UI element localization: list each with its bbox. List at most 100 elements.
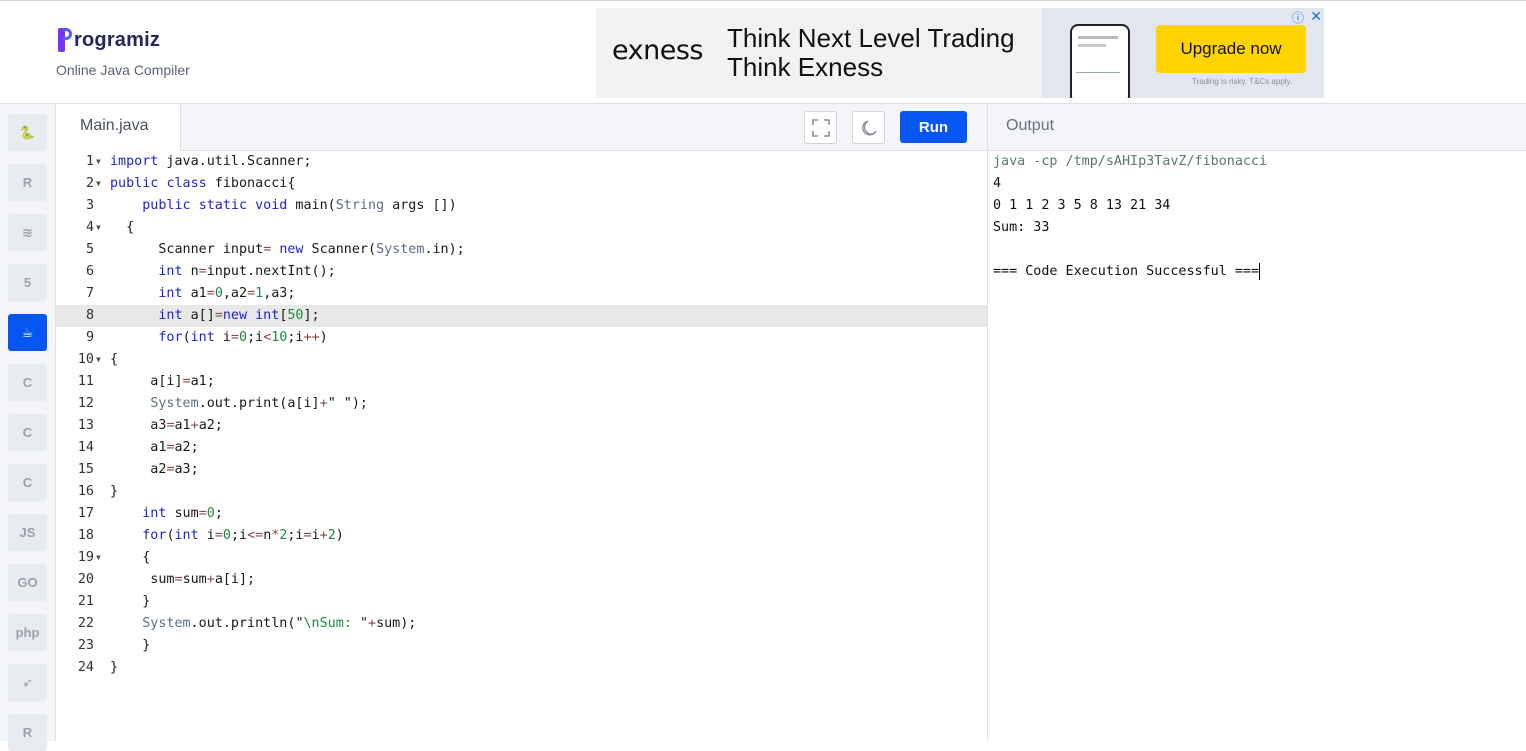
code-line[interactable]: 10 ▼ { <box>56 349 987 371</box>
code-text: } <box>110 594 151 609</box>
code-line[interactable]: 14 a1=a2; <box>56 437 987 459</box>
code-line[interactable]: 17 int sum=0; <box>56 503 987 525</box>
code-text: int a1=0,a2=1,a3; <box>158 286 296 301</box>
fold-arrow-icon[interactable]: ▼ <box>96 173 101 195</box>
code-line[interactable]: 15 a2=a3; <box>56 459 987 481</box>
line-number: 4 <box>85 220 94 235</box>
code-line[interactable]: 16} <box>56 481 987 503</box>
code-text: } <box>110 660 119 675</box>
code-line[interactable]: 12 System.out.print(a[i]+" "); <box>56 393 987 415</box>
go-icon[interactable]: GO <box>8 564 47 601</box>
line-number: 3 <box>85 198 94 213</box>
code-line[interactable]: 5 Scanner input= new Scanner(System.in); <box>56 239 987 261</box>
line-number: 1 <box>85 154 94 169</box>
fold-arrow-icon[interactable]: ▼ <box>96 349 101 371</box>
line-number: 5 <box>85 242 94 257</box>
c-icon[interactable]: C <box>8 364 47 401</box>
output-line: 0 1 1 2 3 5 8 13 21 34 <box>993 198 1171 213</box>
code-line[interactable]: 4 ▼ { <box>56 217 987 239</box>
code-text: } <box>110 484 119 499</box>
rust-icon[interactable]: R <box>8 714 47 751</box>
cpp-icon[interactable]: C <box>8 414 47 451</box>
python-icon[interactable]: 🐍 <box>8 114 47 151</box>
ad-headline-1: Think Next Level Trading <box>727 23 1015 53</box>
code-line[interactable]: 2 ▼ public class fibonacci{ <box>56 173 987 195</box>
code-line[interactable]: 22 System.out.println("\nSum: "+sum); <box>56 613 987 635</box>
line-number: 23 <box>77 638 94 653</box>
code-text: int n=input.nextInt(); <box>158 264 336 279</box>
line-number: 19 <box>77 550 94 565</box>
line-number: 11 <box>77 374 94 389</box>
output-line: === Code Execution Successful === <box>993 262 1261 280</box>
line-number: 8 <box>85 308 94 323</box>
fold-arrow-icon[interactable]: ▼ <box>96 547 101 569</box>
javascript-icon[interactable]: JS <box>8 514 47 551</box>
text-cursor <box>1259 262 1261 280</box>
phone-image <box>1070 24 1130 98</box>
code-text: int a[]=new int[50]; <box>158 308 320 323</box>
code-line[interactable]: 21 } <box>56 591 987 613</box>
line-number: 10 <box>77 352 94 367</box>
code-line[interactable]: 23 } <box>56 635 987 657</box>
output-title: Output <box>1006 117 1055 134</box>
language-sidebar: 🐍 R ≋ 5 ☕ C C C JS GO php ➶ R <box>0 104 56 751</box>
code-text: System.out.print(a[i]+" "); <box>150 396 368 411</box>
code-line[interactable]: 3 public static void main(String args []… <box>56 195 987 217</box>
line-number: 9 <box>85 330 94 345</box>
code-line[interactable]: 11 a[i]=a1; <box>56 371 987 393</box>
ad-info-icon[interactable]: ⓘ <box>1292 9 1304 26</box>
code-line[interactable]: 13 a3=a1+a2; <box>56 415 987 437</box>
output-line: 4 <box>993 176 1002 191</box>
line-number: 21 <box>77 594 94 609</box>
code-text: for(int i=0;i<=n*2;i=i+2) <box>142 528 344 543</box>
programiz-logo-icon <box>58 28 72 52</box>
programiz-logo[interactable]: rogramiz <box>58 28 160 52</box>
code-text: } <box>110 638 151 653</box>
code-line[interactable]: 8 int a[]=new int[50]; <box>56 305 987 327</box>
ad-banner[interactable]: exness Think Next Level Trading Think Ex… <box>596 8 1324 98</box>
code-line[interactable]: 7 int a1=0,a2=1,a3; <box>56 283 987 305</box>
java-icon[interactable]: ☕ <box>8 314 47 351</box>
output-header: Output <box>988 104 1526 151</box>
ad-headline-2: Think Exness <box>727 52 884 82</box>
line-number: 17 <box>77 506 94 521</box>
code-line[interactable]: 6 int n=input.nextInt(); <box>56 261 987 283</box>
swift-icon[interactable]: ➶ <box>8 664 47 701</box>
code-line[interactable]: 18 for(int i=0;i<=n*2;i=i+2) <box>56 525 987 547</box>
fold-arrow-icon[interactable]: ▼ <box>96 151 101 173</box>
code-text: { <box>110 220 135 235</box>
code-editor[interactable]: 1 ▼ import java.util.Scanner; 2 ▼ public clas… <box>56 151 987 741</box>
code-line[interactable]: 24} <box>56 657 987 679</box>
fullscreen-button[interactable] <box>804 111 837 144</box>
line-number: 18 <box>77 528 94 543</box>
pane-divider[interactable] <box>987 104 988 741</box>
tab-main-java[interactable]: Main.java <box>56 104 181 151</box>
code-line[interactable]: 20 sum=sum+a[i]; <box>56 569 987 591</box>
code-line[interactable]: 19 ▼ { <box>56 547 987 569</box>
dark-mode-button[interactable] <box>852 111 885 144</box>
fold-arrow-icon[interactable]: ▼ <box>96 217 101 239</box>
run-button[interactable]: Run <box>900 111 967 143</box>
code-line[interactable]: 1 ▼ import java.util.Scanner; <box>56 151 987 173</box>
line-number: 22 <box>77 616 94 631</box>
code-text: public class fibonacci{ <box>110 176 296 191</box>
ad-cta-button[interactable]: Upgrade now <box>1156 25 1306 73</box>
line-number: 15 <box>77 462 94 477</box>
line-number: 14 <box>77 440 94 455</box>
code-text: { <box>110 550 151 565</box>
r-icon[interactable]: R <box>8 164 47 201</box>
php-icon[interactable]: php <box>8 614 47 651</box>
line-number: 2 <box>85 176 94 191</box>
output-line: java -cp /tmp/sAHIp3TavZ/fibonacci <box>993 154 1268 169</box>
html5-icon[interactable]: 5 <box>8 264 47 301</box>
sql-icon[interactable]: ≋ <box>8 214 47 251</box>
output-console[interactable]: java -cp /tmp/sAHIp3TavZ/fibonacci 4 0 1 1… <box>993 151 1523 283</box>
line-number: 13 <box>77 418 94 433</box>
ad-close-icon[interactable]: ✕ <box>1310 8 1322 25</box>
code-line[interactable]: 9 for(int i=0;i<10;i++) <box>56 327 987 349</box>
code-text: System.out.println("\nSum: "+sum); <box>142 616 417 631</box>
moon-icon <box>861 119 877 135</box>
code-text: Scanner input= new Scanner(System.in); <box>110 242 465 257</box>
csharp-icon[interactable]: C <box>8 464 47 501</box>
